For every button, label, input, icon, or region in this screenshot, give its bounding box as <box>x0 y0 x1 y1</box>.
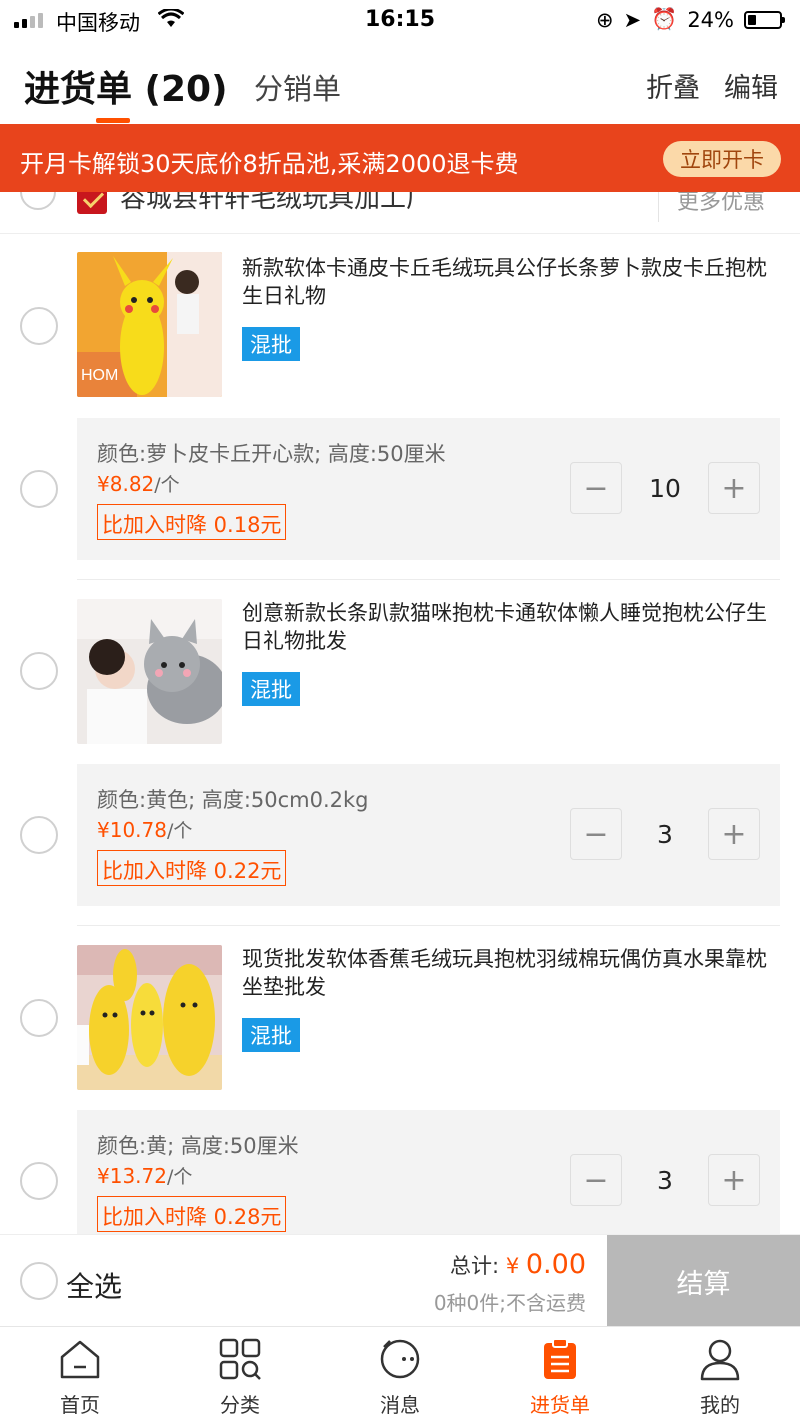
rotation-lock-icon: ⊕ <box>595 7 614 32</box>
sku-select-radio[interactable] <box>20 816 58 854</box>
svg-text:HOM: HOM <box>81 367 118 384</box>
open-card-button[interactable]: 立即开卡 <box>663 141 781 177</box>
tab-profile-label: 我的 <box>700 1393 740 1417</box>
quantity-value[interactable]: 10 <box>625 474 705 503</box>
quantity-value[interactable]: 3 <box>625 820 705 849</box>
select-all-radio[interactable] <box>20 1262 58 1300</box>
store-icon <box>77 192 107 214</box>
active-tab-indicator <box>96 118 130 123</box>
page-header: 进货单 (20) 分销单 折叠 编辑 <box>0 44 800 124</box>
item-select-radio[interactable] <box>20 999 58 1037</box>
sku-price: ¥10.78/个 <box>97 818 193 842</box>
promo-text: 开月卡解锁30天底价8折品池,采满2000退卡费 <box>20 150 519 178</box>
promo-banner: 开月卡解锁30天底价8折品池,采满2000退卡费 立即开卡 <box>0 124 800 192</box>
edit-button[interactable]: 编辑 <box>724 66 778 105</box>
profile-icon <box>700 1339 740 1381</box>
decrease-qty-button[interactable]: − <box>570 1154 622 1206</box>
home-icon <box>60 1340 100 1379</box>
store-row: 容城县轩轩毛绒玩具加工厂 更多优惠 <box>0 192 800 234</box>
decrease-qty-button[interactable]: − <box>570 808 622 860</box>
more-offers-button[interactable]: 更多优惠 <box>658 192 800 222</box>
cart-item: 创意新款长条趴款猫咪抱枕卡通软体懒人睡觉抱枕公仔生日礼物批发 混批 <box>0 580 800 764</box>
sku-panel: 颜色:黄; 高度:50厘米 ¥13.72/个 比加入时降 0.28元 − 3 + <box>77 1110 780 1234</box>
sku-price: ¥8.82/个 <box>97 472 180 496</box>
sku-spec: 颜色:黄色; 高度:50cm0.2kg <box>97 788 369 812</box>
increase-qty-button[interactable]: + <box>708 808 760 860</box>
battery-percent: 24% <box>687 7 734 32</box>
product-image[interactable]: HOM <box>77 252 222 397</box>
item-select-radio[interactable] <box>20 307 58 345</box>
quantity-value[interactable]: 3 <box>625 1166 705 1195</box>
sku-select-radio[interactable] <box>20 470 58 508</box>
message-icon <box>380 1339 420 1379</box>
sku-row: 颜色:黄色; 高度:50cm0.2kg ¥10.78/个 比加入时降 0.22元… <box>0 764 800 906</box>
increase-qty-button[interactable]: + <box>708 1154 760 1206</box>
sku-panel: 颜色:萝卜皮卡丘开心款; 高度:50厘米 ¥8.82/个 比加入时降 0.18元… <box>77 418 780 560</box>
alarm-icon: ⏰ <box>651 7 678 31</box>
tab-home-label: 首页 <box>60 1393 100 1417</box>
tab-purchase-list-label: 进货单 <box>530 1393 590 1417</box>
price-drop-tag: 比加入时降 0.22元 <box>97 850 287 886</box>
store-name[interactable]: 容城县轩轩毛绒玩具加工厂 <box>120 192 432 215</box>
sku-row: 颜色:萝卜皮卡丘开心款; 高度:50厘米 ¥8.82/个 比加入时降 0.18元… <box>0 418 800 560</box>
category-icon <box>219 1338 261 1380</box>
select-all-label[interactable]: 全选 <box>66 1265 122 1305</box>
fold-button[interactable]: 折叠 <box>646 66 700 105</box>
product-title[interactable]: 新款软体卡通皮卡丘毛绒玩具公仔长条萝卜款皮卡丘抱枕生日礼物 <box>242 254 772 310</box>
tab-messages-label: 消息 <box>380 1393 420 1417</box>
battery-icon <box>744 10 785 29</box>
cart-list-icon <box>544 1338 576 1379</box>
tab-category[interactable]: 分类 <box>160 1327 320 1422</box>
cart-item: 现货批发软体香蕉毛绒玩具抱枕羽绒棉玩偶仿真水果靠枕坐垫批发 混批 <box>0 926 800 1110</box>
mixed-batch-badge: 混批 <box>242 1018 300 1052</box>
sku-row: 颜色:黄; 高度:50厘米 ¥13.72/个 比加入时降 0.28元 − 3 + <box>0 1110 800 1234</box>
checkout-bar: 全选 总计: ¥ 0.00 0种0件;不含运费 结算 <box>0 1234 800 1327</box>
tab-purchase-list-nav[interactable]: 进货单 <box>480 1327 640 1422</box>
location-icon: ➤ <box>623 7 642 32</box>
store-select-radio[interactable] <box>20 192 56 210</box>
product-image[interactable] <box>77 945 222 1090</box>
checkout-button[interactable]: 结算 <box>607 1235 800 1327</box>
sku-panel: 颜色:黄色; 高度:50cm0.2kg ¥10.78/个 比加入时降 0.22元… <box>77 764 780 906</box>
sku-spec: 颜色:黄; 高度:50厘米 <box>97 1134 299 1158</box>
sku-price: ¥13.72/个 <box>97 1164 193 1188</box>
tab-messages[interactable]: 消息 <box>320 1327 480 1422</box>
tab-category-label: 分类 <box>220 1393 260 1417</box>
tab-home[interactable]: 首页 <box>0 1327 160 1422</box>
sku-spec: 颜色:萝卜皮卡丘开心款; 高度:50厘米 <box>97 442 446 466</box>
total-amount: 总计: ¥ 0.00 <box>450 1249 586 1280</box>
product-image[interactable] <box>77 599 222 744</box>
bottom-tab-bar: 首页 分类 消息 进货单 我的 <box>0 1326 800 1422</box>
price-drop-tag: 比加入时降 0.28元 <box>97 1196 287 1232</box>
mixed-batch-badge: 混批 <box>242 327 300 361</box>
mixed-batch-badge: 混批 <box>242 672 300 706</box>
item-count-summary: 0种0件;不含运费 <box>433 1291 586 1315</box>
decrease-qty-button[interactable]: − <box>570 462 622 514</box>
tab-purchase-list[interactable]: 进货单 (20) <box>24 60 228 112</box>
tab-distribution-list[interactable]: 分销单 <box>254 66 341 108</box>
status-bar: 中国移动 16:15 ⊕ ➤ ⏰ 24% <box>0 0 800 40</box>
increase-qty-button[interactable]: + <box>708 462 760 514</box>
product-title[interactable]: 创意新款长条趴款猫咪抱枕卡通软体懒人睡觉抱枕公仔生日礼物批发 <box>242 599 772 655</box>
sku-select-radio[interactable] <box>20 1162 58 1200</box>
tab-profile[interactable]: 我的 <box>640 1327 800 1422</box>
price-drop-tag: 比加入时降 0.18元 <box>97 504 287 540</box>
item-select-radio[interactable] <box>20 652 58 690</box>
product-title[interactable]: 现货批发软体香蕉毛绒玩具抱枕羽绒棉玩偶仿真水果靠枕坐垫批发 <box>242 945 772 1001</box>
